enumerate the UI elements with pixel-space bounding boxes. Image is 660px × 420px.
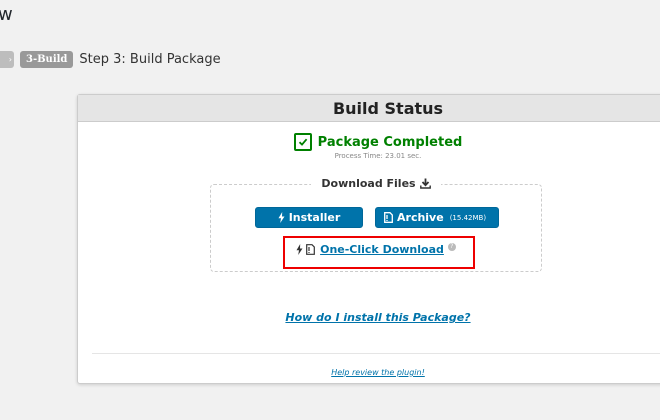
build-status-panel: Build Status Package Completed Process T… (77, 94, 660, 384)
install-help-link[interactable]: How do I install this Package? (285, 311, 470, 324)
download-icon (419, 178, 431, 189)
bolt-icon (278, 212, 285, 223)
process-time: Process Time: 23.01 sec. (334, 152, 422, 160)
installer-button[interactable]: Installer (255, 207, 363, 228)
install-help-row: How do I install this Package? (78, 306, 660, 325)
step-3-badge: 3-Build (20, 50, 74, 68)
highlight-box (283, 236, 475, 269)
step-indicator: › 3-Build Step 3: Build Package (0, 50, 221, 68)
panel-header: Build Status (78, 95, 660, 122)
download-files-label: Download Files (321, 177, 416, 190)
divider (92, 353, 660, 354)
download-files-legend: Download Files (311, 177, 441, 190)
page-title: w (0, 4, 13, 25)
archive-size: (15.42MB) (449, 213, 487, 222)
panel-title: Build Status (332, 98, 444, 118)
archive-label: Archive (397, 211, 444, 224)
status-text: Package Completed (317, 134, 463, 150)
archive-button[interactable]: Archive (15.42MB) (375, 207, 499, 228)
package-status: Package Completed (78, 133, 660, 151)
installer-label: Installer (288, 211, 341, 224)
step-2-tab[interactable]: › (0, 50, 14, 68)
step-label: Step 3: Build Package (79, 51, 221, 67)
check-icon (293, 133, 312, 151)
review-plugin-link[interactable]: Help review the plugin! (331, 368, 425, 377)
review-row: Help review the plugin! (78, 360, 660, 379)
file-archive-icon (384, 212, 393, 223)
